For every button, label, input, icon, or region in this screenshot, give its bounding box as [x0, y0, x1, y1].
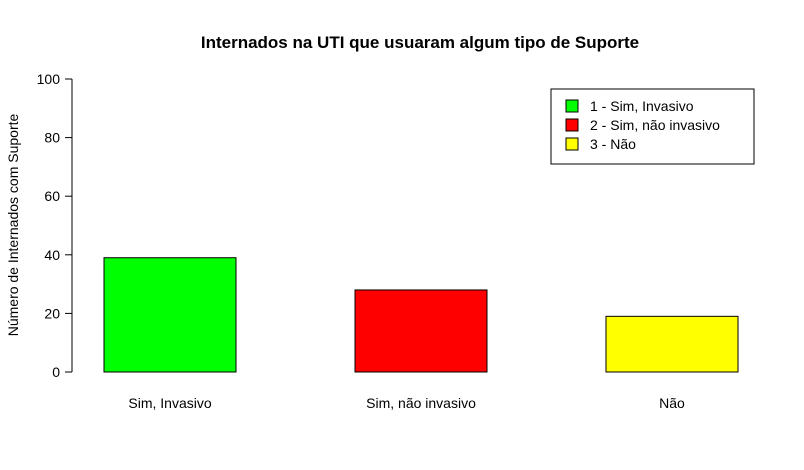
y-tick-label: 40 — [44, 247, 60, 263]
category-label: Sim, Invasivo — [128, 395, 211, 411]
legend-swatch — [565, 99, 579, 113]
y-tick-label: 60 — [44, 188, 60, 204]
chart-title: Internados na UTI que usuaram algum tipo… — [201, 33, 639, 52]
category-label: Não — [659, 395, 685, 411]
legend-swatch — [565, 118, 579, 132]
legend-label: 1 - Sim, Invasivo — [590, 98, 694, 114]
bar — [605, 315, 739, 373]
y-tick-label: 100 — [37, 71, 61, 87]
legend-label: 3 - Não — [590, 136, 636, 152]
category-labels: Sim, Invasivo Sim, não invasivo Não — [128, 395, 685, 411]
category-label: Sim, não invasivo — [366, 395, 476, 411]
y-tick-label: 80 — [44, 130, 60, 146]
bar-chart: Internados na UTI que usuaram algum tipo… — [5, 33, 755, 411]
y-tick-label: 20 — [44, 305, 60, 321]
y-tick-label: 0 — [52, 364, 60, 380]
legend-label: 2 - Sim, não invasivo — [590, 117, 720, 133]
legend-swatch — [565, 137, 579, 151]
y-axis-label: Número de Internados com Suporte — [5, 114, 21, 337]
bar — [103, 257, 237, 373]
legend: 1 - Sim, Invasivo 2 - Sim, não invasivo 3 … — [550, 88, 755, 165]
y-axis-ticks: 0 20 40 60 80 100 — [37, 71, 72, 380]
bars — [103, 257, 739, 373]
bar — [354, 289, 488, 373]
